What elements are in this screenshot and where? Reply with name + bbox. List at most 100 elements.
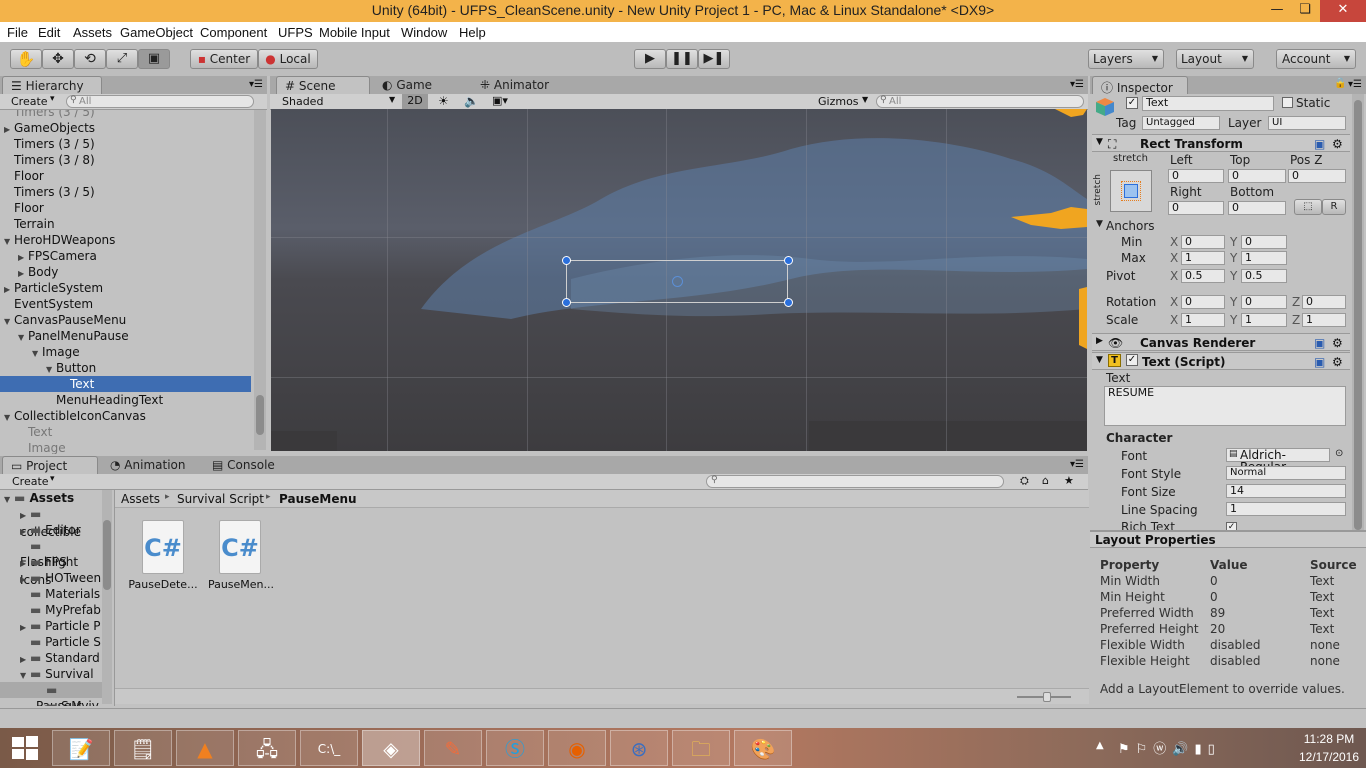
scale-y-field[interactable]: 1 (1241, 313, 1287, 327)
pivot-y-field[interactable]: 0.5 (1241, 269, 1287, 283)
menu-help[interactable]: Help (459, 25, 486, 40)
tools-app-icon[interactable]: ✎ (424, 730, 482, 766)
pivot-local-toggle[interactable]: ● Local (258, 49, 318, 69)
scrollbar-thumb[interactable] (103, 520, 111, 590)
hierarchy-create-button[interactable]: Create (11, 95, 48, 108)
tab-animation[interactable]: ◔ Animation (102, 456, 200, 474)
panel-menu-icon[interactable]: ▾☰ (249, 79, 263, 90)
firefox-app-icon[interactable]: ◉ (548, 730, 606, 766)
tab-game[interactable]: ◐ Game (374, 76, 444, 94)
tab-scene[interactable]: # Scene (276, 76, 370, 94)
tab-animator[interactable]: ⁜ Animator (472, 76, 562, 94)
folder-item[interactable]: ▬ Particle S (0, 634, 102, 650)
sticky-notes-app-icon[interactable]: 🗒 (114, 730, 172, 766)
favorite-star-icon[interactable]: ★ (1064, 474, 1074, 487)
rect-handle[interactable] (784, 256, 793, 265)
breadcrumb-survival-script[interactable]: Survival Script (177, 492, 264, 506)
rect-handle[interactable] (562, 298, 571, 307)
layers-dropdown[interactable]: Layers ▼ (1088, 49, 1164, 69)
tab-console[interactable]: ▤ Console (204, 456, 294, 474)
hierarchy-search-input[interactable]: All (66, 95, 254, 108)
help-icon[interactable]: ▣ (1314, 355, 1325, 369)
folder-item[interactable]: ▬ MyPrefab (0, 602, 102, 618)
bottom-field[interactable]: 0 (1228, 201, 1286, 215)
hierarchy-item[interactable]: ▼ PanelMenuPause (0, 328, 251, 344)
file-item[interactable]: C# PauseMen... (205, 520, 277, 600)
folder-item[interactable]: ▶ ▬ collectible (0, 506, 102, 539)
folder-item[interactable]: ▬ PauseM (0, 682, 102, 706)
command-prompt-app-icon[interactable]: C:\_ (300, 730, 358, 766)
skype-app-icon[interactable]: Ⓢ (486, 730, 544, 766)
top-field[interactable]: 0 (1228, 169, 1286, 183)
raw-edit-button[interactable]: R (1322, 199, 1346, 215)
hierarchy-item[interactable]: ▶ ParticleSystem (0, 280, 251, 296)
folder-item[interactable]: ▶ ▬ Particle P (0, 618, 102, 634)
hierarchy-item[interactable]: ▶ FPSCamera (0, 248, 251, 264)
tab-project[interactable]: ▭ Project (2, 456, 98, 474)
breadcrumb-assets[interactable]: Assets (121, 492, 160, 506)
rect-transform-header[interactable]: ▼ ⛶ Rect Transform ▣ ⚙ (1092, 134, 1350, 152)
anchor-max-y-field[interactable]: 1 (1241, 251, 1287, 265)
menu-window[interactable]: Window (401, 25, 447, 40)
left-field[interactable]: 0 (1168, 169, 1224, 183)
menu-file[interactable]: File (7, 25, 28, 40)
scene-search-input[interactable]: All (876, 95, 1084, 108)
panel-menu-icon[interactable]: ▾☰ (1070, 459, 1084, 470)
menu-gameobject[interactable]: GameObject (120, 25, 193, 40)
hierarchy-item[interactable]: Timers (3 / 5) (0, 110, 251, 120)
hierarchy-item[interactable]: Terrain (0, 216, 251, 232)
scene-view[interactable] (271, 109, 1087, 451)
lock-icon[interactable]: 🔒 (1334, 78, 1346, 89)
minimize-button[interactable]: — (1262, 0, 1292, 22)
gizmos-dropdown[interactable]: Gizmos (818, 95, 859, 108)
scale-tool-icon[interactable]: ⤢ (106, 49, 138, 69)
rotation-y-field[interactable]: 0 (1241, 295, 1287, 309)
account-dropdown[interactable]: Account ▼ (1276, 49, 1356, 69)
rotation-z-field[interactable]: 0 (1302, 295, 1346, 309)
hierarchy-item[interactable]: Image (0, 440, 251, 454)
rotation-x-field[interactable]: 0 (1181, 295, 1225, 309)
hierarchy-item[interactable]: Timers (3 / 8) (0, 152, 251, 168)
rich-text-checkbox[interactable]: ✓ (1226, 522, 1237, 530)
folder-item[interactable]: ▼ ▬ Assets (0, 490, 102, 506)
help-icon[interactable]: ▣ (1314, 336, 1325, 350)
canvas-renderer-header[interactable]: ▶ 👁 Canvas Renderer ▣ ⚙ (1092, 333, 1350, 351)
font-style-dropdown[interactable]: Normal (1226, 466, 1346, 480)
text-enabled-checkbox[interactable]: ✓ (1126, 354, 1138, 366)
hierarchy-item[interactable]: Timers (3 / 5) (0, 184, 251, 200)
right-field[interactable]: 0 (1168, 201, 1224, 215)
hierarchy-item[interactable]: Text (0, 424, 251, 440)
windows-start-icon[interactable] (10, 734, 40, 762)
folder-item[interactable]: ▬ Materials (0, 586, 102, 602)
hierarchy-item[interactable]: Floor (0, 200, 251, 216)
menu-assets[interactable]: Assets (73, 25, 112, 40)
menu-mobile-input[interactable]: Mobile Input (319, 25, 390, 40)
restore-button[interactable]: ❏ (1290, 0, 1320, 22)
scrollbar-thumb[interactable] (256, 395, 264, 435)
paint-app-icon[interactable]: 🎨 (734, 730, 792, 766)
scale-z-field[interactable]: 1 (1302, 313, 1346, 327)
pivot-handle[interactable] (672, 276, 683, 287)
filter-type-icon[interactable]: ⛭ (1020, 474, 1029, 488)
notepad-app-icon[interactable]: 📝 (52, 730, 110, 766)
hierarchy-item[interactable]: ▼ Image (0, 344, 251, 360)
tray-icons[interactable]: ⚑⚐ⓦ🔊▮▯ (1118, 738, 1221, 757)
audio-toggle-icon[interactable]: 🔈 (464, 94, 479, 108)
text-script-header[interactable]: ▼ T ✓ Text (Script) ▣ ⚙ (1092, 352, 1350, 370)
gear-icon[interactable]: ⚙ (1332, 355, 1343, 369)
hierarchy-item[interactable]: ▶ Body (0, 264, 251, 280)
unity-app-icon[interactable]: ◈ (362, 730, 420, 766)
effects-toggle-icon[interactable]: ▣▾ (492, 94, 508, 107)
anchor-min-x-field[interactable]: 0 (1181, 235, 1225, 249)
shading-mode-dropdown[interactable]: Shaded (282, 95, 323, 108)
hierarchy-item[interactable]: ▼ Button (0, 360, 251, 376)
static-checkbox[interactable] (1282, 97, 1293, 108)
project-create-button[interactable]: Create (12, 475, 49, 488)
step-button[interactable]: ▶❚ (698, 49, 730, 69)
hierarchy-item[interactable]: Timers (3 / 5) (0, 136, 251, 152)
hierarchy-item[interactable]: Text (0, 376, 251, 392)
object-name-field[interactable]: Text (1142, 96, 1274, 111)
layer-dropdown[interactable]: UI (1268, 116, 1346, 130)
pause-button[interactable]: ❚❚ (666, 49, 698, 69)
line-spacing-field[interactable]: 1 (1226, 502, 1346, 516)
